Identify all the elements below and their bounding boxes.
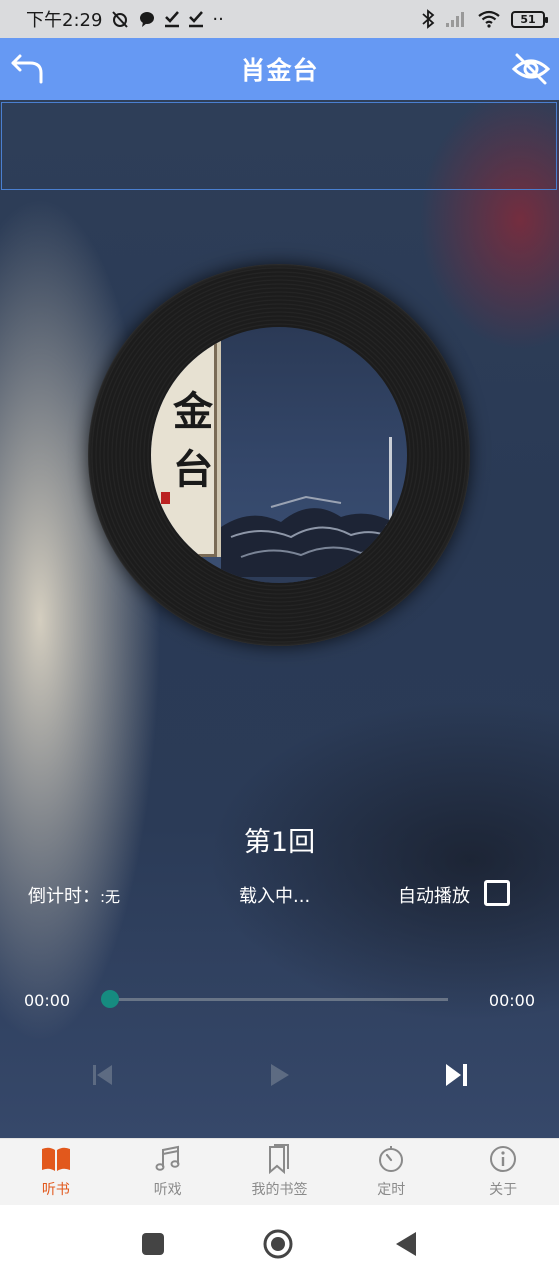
recent-apps-button[interactable] [138,1229,168,1259]
playback-controls [0,1055,559,1095]
play-icon [271,1064,289,1086]
battery-icon: 51 [511,10,548,28]
download-done-icon [164,10,180,28]
tab-bookmarks[interactable]: 我的书签 [224,1139,336,1205]
status-time: 下午2:29 [26,10,103,31]
play-button[interactable] [263,1059,295,1091]
seek-thumb[interactable] [101,990,119,1008]
tab-timer[interactable]: 定时 [335,1139,447,1205]
tab-label: 定时 [377,1182,406,1198]
skip-next-icon [446,1064,467,1086]
signal-icon [445,11,467,27]
system-navigation-bar [0,1205,559,1280]
status-bar: 下午2:29 ·· 51 [0,0,559,38]
tab-about[interactable]: 关于 [447,1139,559,1205]
tab-listen-opera[interactable]: 听戏 [112,1139,224,1205]
player-info-row: 倒计时：:无 载入中... 自动播放 [0,880,559,910]
back-button[interactable] [10,52,46,86]
ad-banner[interactable] [1,102,557,190]
title-bar: 肖金台 [0,38,559,100]
tab-label: 我的书签 [251,1182,308,1198]
wifi-icon [477,10,501,28]
current-time: 00:00 [24,991,71,1010]
cover-seal [161,492,170,504]
info-icon [490,1146,517,1172]
loading-status: 载入中... [239,886,311,907]
total-time: 00:00 [488,991,535,1010]
countdown-value: :无 [100,888,121,906]
bottom-navigation: 听书 听戏 我的书签 定时 关于 [0,1138,559,1205]
book-open-icon [41,1147,70,1171]
status-bar-left: 下午2:29 ·· [26,6,421,32]
next-button[interactable] [440,1059,472,1091]
back-arrow-icon [11,54,43,84]
seek-bar[interactable] [101,990,448,1008]
album-cover: 金 台 [151,327,407,583]
countdown-display: 倒计时：:无 [28,882,120,908]
chat-bubble-icon [138,10,156,28]
autoplay-checkbox[interactable] [484,880,510,906]
countdown-label: 倒计时： [28,886,100,907]
page-title: 肖金台 [240,56,319,85]
circle-icon [263,1229,293,1259]
cover-title-char: 金 [173,388,213,435]
chapter-title: 第1回 [243,827,316,858]
player-area: 金 台 第1回 倒计时：:无 载入中... 自动播放 00:00 00:00 [0,100,559,1138]
download-done-icon [188,10,204,28]
timer-icon [379,1146,404,1172]
tab-label: 听书 [41,1182,70,1198]
bookmark-icon [269,1144,290,1175]
alarm-off-icon [110,9,130,29]
autoplay-label: 自动播放 [398,886,470,907]
cover-title-char: 台 [173,446,213,493]
progress-row: 00:00 00:00 [0,985,559,1015]
tab-label: 听戏 [153,1182,182,1198]
home-button[interactable] [263,1229,293,1259]
square-icon [142,1233,164,1255]
battery-level: 51 [520,12,536,26]
status-bar-right: 51 [421,9,548,29]
cover-illustration [211,437,407,583]
hide-button[interactable] [511,50,551,88]
tab-label: 关于 [489,1182,518,1198]
music-note-icon [155,1145,180,1171]
vinyl-disc: 金 台 [88,264,470,646]
tab-listen-book[interactable]: 听书 [0,1139,112,1205]
eye-off-icon [511,53,551,85]
bluetooth-icon [421,9,435,29]
more-notifications-dots: ·· [212,8,224,30]
previous-button[interactable] [87,1059,119,1091]
system-back-button[interactable] [391,1229,421,1259]
skip-previous-icon [93,1065,112,1085]
triangle-back-icon [396,1232,416,1256]
